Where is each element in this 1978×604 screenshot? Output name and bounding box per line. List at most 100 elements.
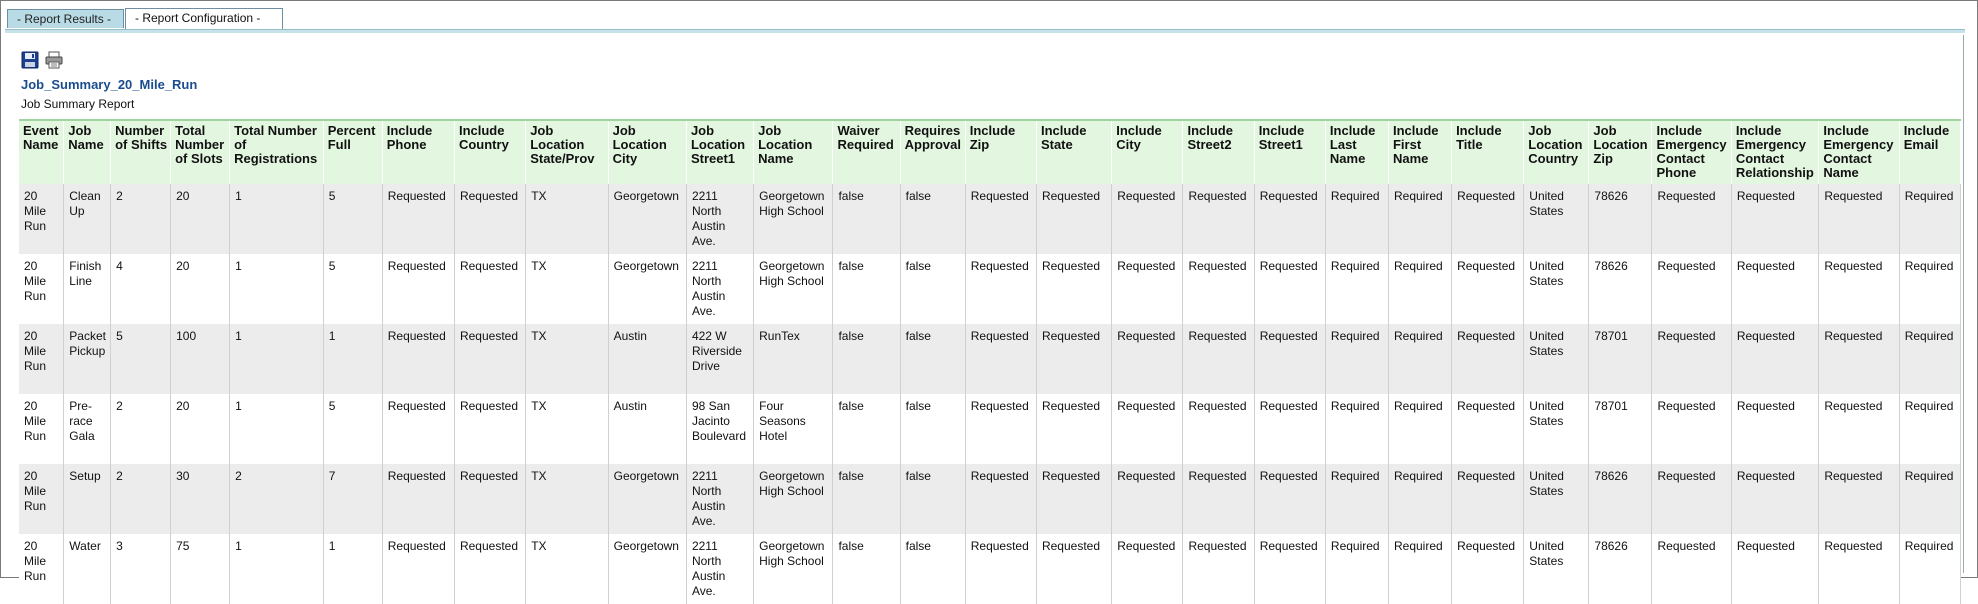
table-cell: Requested [1254,324,1326,394]
table-cell: 2 [110,394,172,464]
table-cell: Required [1388,254,1453,324]
tab-underline [5,29,1965,33]
column-header[interactable]: Include Country [454,121,527,184]
table-cell: Georgetown [608,254,687,324]
table-cell: 1 [323,534,383,604]
table-cell: Water [63,534,112,604]
table-cell: 3 [110,534,172,604]
table-cell: Finish Line [63,254,112,324]
column-header[interactable]: Include State [1036,121,1113,184]
table-cell: 78626 [1588,534,1653,604]
print-icon[interactable] [45,51,65,71]
table-cell: Clean Up [63,184,112,254]
table-cell: Requested [1651,324,1732,394]
table-cell: 1 [323,324,383,394]
table-row: 20 Mile Run Pre-race Gala 2 20 1 5 Requested Re… [19,394,1962,464]
table-cell: Required [1325,534,1389,604]
table-row: 20 Mile Run Packet Pickup 5 100 1 1 Requested R… [19,324,1962,394]
column-header[interactable]: Waiver Required [832,121,901,184]
table-cell: 20 [170,254,231,324]
table-cell: 5 [323,394,383,464]
table-cell: 5 [323,184,383,254]
column-header[interactable]: Event Name [19,121,65,184]
table-row: 20 Mile Run Clean Up 2 20 1 5 Requested Request… [19,184,1962,254]
table-cell: 1 [229,254,324,324]
column-header[interactable]: Requires Approval [900,121,966,184]
column-header[interactable]: Include Street2 [1182,121,1255,184]
column-header[interactable]: Include Phone [382,121,455,184]
table-cell: Requested [1451,534,1525,604]
table-row: 20 Mile Run Setup 2 30 2 7 Requested Requested T… [19,464,1962,534]
table-cell: Four Seasons Hotel [753,394,834,464]
table-cell: 78626 [1588,254,1653,324]
table-cell: 422 W Riverside Drive [686,324,755,394]
table-cell: Requested [1818,254,1900,324]
tab-report-results[interactable]: - Report Results - [7,9,124,28]
table-cell: Requested [454,184,527,254]
table-cell: United States [1523,184,1590,254]
column-header[interactable]: Include Street1 [1254,121,1326,184]
table-cell: Requested [1111,184,1184,254]
table-cell: 78701 [1588,324,1653,394]
column-header[interactable]: Include Title [1451,121,1525,184]
column-header[interactable]: Job Name [63,121,112,184]
table-cell: Requested [382,394,455,464]
table-cell: Requested [1451,184,1525,254]
column-header[interactable]: Include Last Name [1325,121,1389,184]
column-header[interactable]: Include First Name [1388,121,1453,184]
table-cell: 2 [110,184,172,254]
table-cell: Requested [382,254,455,324]
column-header[interactable]: Job Location Country [1523,121,1590,184]
table-cell: Requested [454,324,527,394]
report-title[interactable]: Job_Summary_20_Mile_Run [21,77,197,92]
table-cell: Requested [1182,324,1255,394]
table-cell: Requested [1111,464,1184,534]
table-cell: 20 Mile Run [19,324,65,394]
table-row: 20 Mile Run Finish Line 4 20 1 5 Requested Requ… [19,254,1962,324]
table-cell: 20 Mile Run [19,254,65,324]
column-header[interactable]: Job Location Name [753,121,834,184]
table-cell: TX [525,394,609,464]
column-header[interactable]: Include Emergency Contact Relationship [1731,121,1820,184]
table-cell: 1 [229,394,324,464]
table-cell: Requested [1818,324,1900,394]
table-cell: false [900,254,966,324]
save-icon[interactable] [21,51,41,71]
column-header[interactable]: Job Location City [608,121,687,184]
table-cell: Requested [1254,534,1326,604]
table-cell: Requested [1651,394,1732,464]
column-header[interactable]: Job Location State/Prov [525,121,609,184]
table-cell: 5 [110,324,172,394]
table-cell: TX [525,464,609,534]
column-header[interactable]: Include City [1111,121,1184,184]
column-header[interactable]: Include Emergency Contact Phone [1651,121,1732,184]
table-cell: Requested [454,464,527,534]
table-cell: Georgetown High School [753,254,834,324]
column-header[interactable]: Job Location Street1 [686,121,755,184]
table-cell: Requested [1111,534,1184,604]
column-header[interactable]: Include Emergency Contact Name [1818,121,1900,184]
column-header[interactable]: Include Email [1899,121,1962,184]
column-header[interactable]: Include Zip [965,121,1037,184]
report-table-container: Event Name Job Name Number of Shifts Total … [19,119,1962,604]
column-header[interactable]: Total Number of Slots [170,121,231,184]
column-header[interactable]: Number of Shifts [110,121,172,184]
table-cell: United States [1523,394,1590,464]
column-header[interactable]: Percent Full [323,121,383,184]
table-cell: Requested [1036,394,1113,464]
table-cell: Requested [382,184,455,254]
table-cell: false [900,394,966,464]
table-cell: Required [1388,324,1453,394]
table-cell: Austin [608,324,687,394]
table-cell: false [900,184,966,254]
table-cell: Requested [1036,464,1113,534]
report-window: - Report Results - - Report Configuratio… [0,0,1978,604]
column-header[interactable]: Total Number of Registrations [229,121,324,184]
report-panel: Job_Summary_20_Mile_Run Job Summary Repo… [17,35,1964,604]
column-header[interactable]: Job Location Zip [1588,121,1653,184]
tab-report-configuration[interactable]: - Report Configuration - [125,8,283,29]
table-cell: 2 [229,464,324,534]
table-cell: Georgetown High School [753,464,834,534]
table-cell: Requested [1451,254,1525,324]
table-cell: Georgetown [608,534,687,604]
